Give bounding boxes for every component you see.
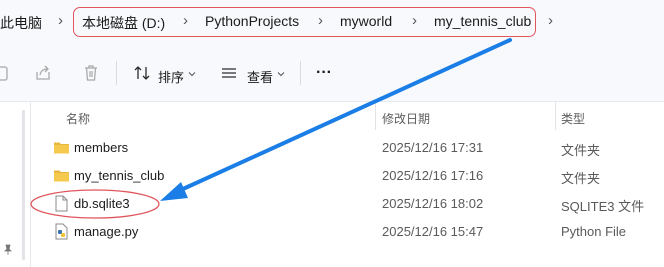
file-row-my-tennis-club[interactable]: my_tennis_club 2025/12/16 17:16 文件夹 (31, 162, 664, 190)
breadcrumb-this-pc[interactable]: 此电脑 (0, 13, 42, 33)
breadcrumb-myworld[interactable]: myworld (340, 13, 392, 29)
nav-scrollbar[interactable] (22, 110, 25, 260)
address-bar[interactable]: 此电脑 › 本地磁盘 (D:) › PythonProjects › mywor… (0, 0, 664, 44)
file-type: 文件夹 (561, 171, 601, 186)
breadcrumb-my-tennis-club[interactable]: my_tennis_club (434, 13, 531, 29)
breadcrumb-separator-icon[interactable]: › (412, 12, 417, 29)
chevron-down-icon[interactable] (277, 70, 285, 78)
sort-button[interactable]: 排序 (158, 67, 184, 86)
column-header-type[interactable]: 类型 (561, 110, 585, 127)
sort-icon[interactable] (133, 64, 151, 82)
pin-icon (4, 244, 12, 255)
column-header-modified[interactable]: 修改日期 (382, 110, 430, 127)
command-bar: 排序 查看 ··· (0, 44, 664, 102)
folder-icon (54, 170, 69, 182)
chevron-down-icon[interactable] (188, 70, 196, 78)
toolbar-divider (116, 61, 117, 85)
file-type: Python File (561, 224, 627, 239)
file-name: members (74, 140, 129, 155)
file-modified-date: 2025/12/16 17:16 (382, 168, 484, 183)
file-modified-date: 2025/12/16 17:31 (382, 140, 484, 155)
breadcrumb-separator-icon[interactable]: › (318, 12, 323, 29)
more-options-button[interactable]: ··· (316, 64, 332, 82)
folder-icon (54, 142, 69, 154)
file-modified-date: 2025/12/16 18:02 (382, 196, 484, 211)
file-name: manage.py (74, 224, 139, 239)
breadcrumb-pythonprojects[interactable]: PythonProjects (205, 13, 299, 29)
column-divider[interactable] (375, 102, 376, 130)
column-divider[interactable] (555, 102, 556, 130)
file-name: db.sqlite3 (74, 196, 130, 211)
column-header-name[interactable]: 名称 (66, 110, 90, 127)
file-type: SQLITE3 文件 (561, 199, 645, 214)
delete-icon[interactable] (82, 64, 100, 82)
breadcrumb-drive-d[interactable]: 本地磁盘 (D:) (82, 13, 165, 33)
file-type: 文件夹 (561, 143, 601, 158)
file-name: my_tennis_club (74, 168, 165, 183)
file-row-db-sqlite3[interactable]: db.sqlite3 2025/12/16 18:02 SQLITE3 文件 (31, 190, 664, 218)
file-row-manage-py[interactable]: manage.py 2025/12/16 15:47 Python File (31, 218, 664, 246)
share-icon[interactable] (34, 64, 52, 82)
toolbar-divider (300, 61, 301, 85)
column-header-row: 名称 修改日期 类型 (31, 102, 664, 130)
view-icon[interactable] (220, 64, 238, 82)
paste-icon[interactable] (0, 64, 10, 82)
file-modified-date: 2025/12/16 15:47 (382, 224, 484, 239)
navigation-pane[interactable] (0, 102, 31, 267)
breadcrumb-separator-icon[interactable]: › (183, 12, 188, 29)
breadcrumb-separator-icon[interactable]: › (548, 12, 553, 29)
file-row-members[interactable]: members 2025/12/16 17:31 文件夹 (31, 134, 664, 162)
breadcrumb-separator-icon[interactable]: › (58, 12, 63, 29)
python-file-icon (55, 223, 68, 240)
blank-file-icon (55, 195, 68, 212)
view-button[interactable]: 查看 (247, 67, 273, 86)
